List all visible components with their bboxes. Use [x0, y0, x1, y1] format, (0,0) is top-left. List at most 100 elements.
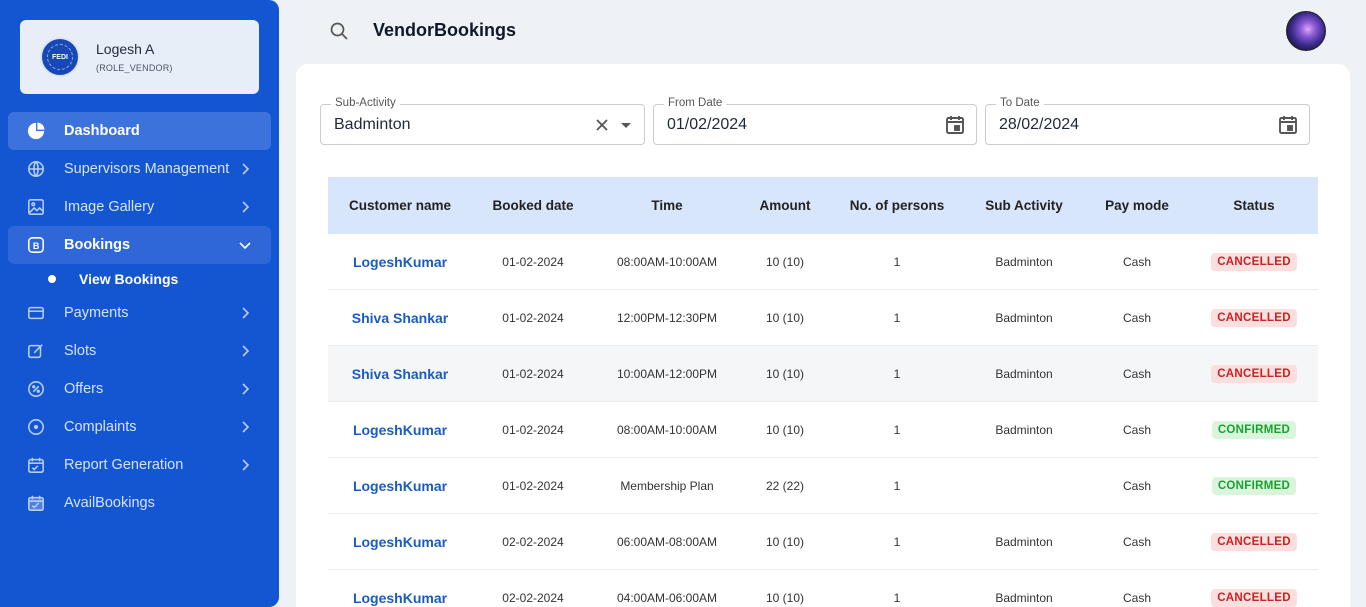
offer-badge-icon	[26, 379, 46, 399]
svg-text:B: B	[33, 241, 40, 251]
pay-mode-cell: Cash	[1122, 310, 1151, 325]
sidebar: FEDI Logesh A (ROLE_VENDOR) Dashboard Su…	[0, 0, 279, 607]
time-cell: 06:00AM-08:00AM	[616, 534, 718, 549]
sidebar-item-label: Payments	[64, 305, 129, 321]
sidebar-item-label: Report Generation	[64, 457, 184, 473]
customer-name-link[interactable]: LogeshKumar	[328, 254, 472, 270]
bookings-table: Customer name Booked date Time Amount No…	[328, 177, 1318, 607]
sidebar-item-availbookings[interactable]: AvailBookings	[8, 484, 271, 522]
table-row[interactable]: Shiva Shankar 01-02-2024 10:00AM-12:00PM…	[328, 346, 1318, 402]
pay-mode-cell: Cash	[1122, 534, 1151, 549]
profile-card: FEDI Logesh A (ROLE_VENDOR)	[20, 20, 259, 94]
customer-name-link[interactable]: LogeshKumar	[328, 590, 472, 606]
column-header-sub-activity[interactable]: Sub Activity	[964, 198, 1084, 213]
target-icon	[26, 417, 46, 437]
customer-name-link[interactable]: LogeshKumar	[328, 422, 472, 438]
profile-role: (ROLE_VENDOR)	[96, 63, 173, 73]
search-icon[interactable]	[329, 21, 349, 41]
sidebar-item-image-gallery[interactable]: Image Gallery	[8, 188, 271, 226]
time-cell: 08:00AM-10:00AM	[616, 254, 718, 269]
customer-name-link[interactable]: LogeshKumar	[328, 478, 472, 494]
status-cell: CANCELLED	[1190, 588, 1318, 607]
amount-cell: 10 (10)	[765, 310, 805, 325]
column-header-booked-date[interactable]: Booked date	[472, 198, 594, 213]
sidebar-item-label: Offers	[64, 381, 104, 397]
customer-name-link[interactable]: Shiva Shankar	[328, 366, 472, 382]
calendar-icon[interactable]	[1277, 114, 1299, 136]
booked-date-cell: 01-02-2024	[502, 478, 564, 493]
sidebar-item-report-generation[interactable]: Report Generation	[8, 446, 271, 484]
credit-card-icon	[26, 303, 46, 323]
table-row[interactable]: LogeshKumar 02-02-2024 04:00AM-06:00AM 1…	[328, 570, 1318, 607]
column-header-customer[interactable]: Customer name	[328, 198, 472, 213]
status-cell: CANCELLED	[1190, 364, 1318, 383]
from-date-field[interactable]: From Date 01/02/2024	[653, 97, 977, 145]
column-header-amount[interactable]: Amount	[740, 198, 830, 213]
customer-name-link[interactable]: LogeshKumar	[328, 534, 472, 550]
sidebar-item-complaints[interactable]: Complaints	[8, 408, 271, 446]
table-row[interactable]: LogeshKumar 01-02-2024 08:00AM-10:00AM 1…	[328, 234, 1318, 290]
sidebar-item-dashboard[interactable]: Dashboard	[8, 112, 271, 150]
bookings-icon: B	[26, 235, 46, 255]
sidebar-subitem-label: View Bookings	[79, 271, 179, 287]
pay-mode-cell: Cash	[1122, 478, 1151, 493]
clear-icon[interactable]	[591, 114, 613, 136]
sidebar-item-offers[interactable]: Offers	[8, 370, 271, 408]
sub-activity-select[interactable]: Sub-Activity Badminton	[320, 97, 645, 145]
time-cell: 08:00AM-10:00AM	[616, 422, 718, 437]
column-header-pay-mode[interactable]: Pay mode	[1084, 198, 1190, 213]
persons-cell: 1	[893, 534, 901, 549]
top-header: VendorBookings	[279, 0, 1366, 62]
chevron-right-icon	[242, 345, 250, 357]
amount-cell: 10 (10)	[765, 366, 805, 381]
to-date-value: 28/02/2024	[999, 116, 1080, 133]
table-row[interactable]: LogeshKumar 01-02-2024 08:00AM-10:00AM 1…	[328, 402, 1318, 458]
to-date-field[interactable]: To Date 28/02/2024	[985, 97, 1310, 145]
table-row[interactable]: Shiva Shankar 01-02-2024 12:00PM-12:30PM…	[328, 290, 1318, 346]
amount-cell: 10 (10)	[765, 254, 805, 269]
status-badge: CONFIRMED	[1211, 476, 1297, 495]
sidebar-item-label: Image Gallery	[64, 199, 155, 215]
column-header-time[interactable]: Time	[594, 198, 740, 213]
sidebar-item-payments[interactable]: Payments	[8, 294, 271, 332]
bullet-icon	[48, 275, 56, 283]
calendar-report-icon	[26, 455, 46, 475]
booked-date-cell: 01-02-2024	[502, 366, 564, 381]
customer-name-link[interactable]: Shiva Shankar	[328, 310, 472, 326]
table-header: Customer name Booked date Time Amount No…	[328, 177, 1318, 234]
chevron-right-icon	[242, 307, 250, 319]
status-badge: CANCELLED	[1211, 532, 1297, 551]
column-header-status[interactable]: Status	[1190, 198, 1318, 213]
from-date-value: 01/02/2024	[667, 116, 748, 133]
sidebar-subitem-view-bookings[interactable]: View Bookings	[8, 264, 271, 294]
status-cell: CANCELLED	[1190, 308, 1318, 327]
sidebar-item-label: Complaints	[64, 419, 137, 435]
pay-mode-cell: Cash	[1122, 422, 1151, 437]
time-cell: 12:00PM-12:30PM	[616, 310, 718, 325]
sidebar-item-slots[interactable]: Slots	[8, 332, 271, 370]
table-row[interactable]: LogeshKumar 02-02-2024 06:00AM-08:00AM 1…	[328, 514, 1318, 570]
image-gallery-icon	[26, 197, 46, 217]
time-cell: Membership Plan	[620, 478, 714, 493]
user-avatar[interactable]	[1286, 11, 1326, 51]
persons-cell: 1	[893, 590, 901, 605]
sub-activity-cell: Badminton	[995, 590, 1053, 605]
page-title: VendorBookings	[373, 20, 517, 40]
persons-cell: 1	[893, 478, 901, 493]
pie-chart-icon	[26, 121, 46, 141]
profile-name: Logesh A	[96, 41, 155, 57]
sidebar-item-bookings[interactable]: B Bookings	[8, 226, 271, 264]
chevron-right-icon	[242, 421, 250, 433]
table-row[interactable]: LogeshKumar 01-02-2024 Membership Plan 2…	[328, 458, 1318, 514]
sidebar-item-label: AvailBookings	[64, 495, 155, 511]
calendar-icon[interactable]	[944, 114, 966, 136]
sidebar-item-label: Slots	[64, 343, 97, 359]
dropdown-arrow-icon[interactable]	[615, 114, 637, 136]
pay-mode-cell: Cash	[1122, 590, 1151, 605]
status-badge: CANCELLED	[1211, 364, 1297, 383]
amount-cell: 10 (10)	[765, 422, 805, 437]
column-header-persons[interactable]: No. of persons	[830, 198, 964, 213]
sidebar-item-supervisors[interactable]: Supervisors Management	[8, 150, 271, 188]
sidebar-item-label: Dashboard	[64, 123, 140, 139]
status-badge: CANCELLED	[1211, 252, 1297, 271]
